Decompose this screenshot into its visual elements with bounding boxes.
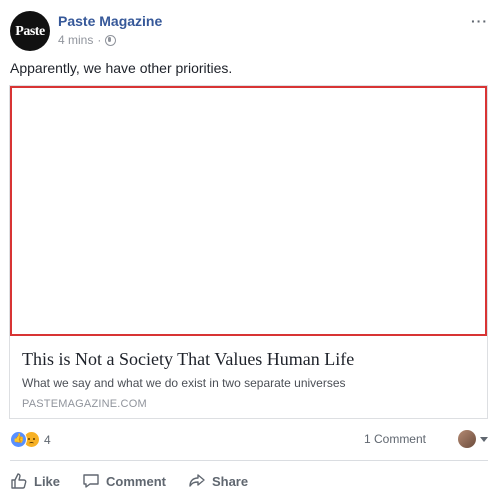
share-arrow-icon <box>189 474 205 487</box>
avatar-logo-text: Paste <box>15 24 45 39</box>
post-timestamp[interactable]: 4 mins <box>58 33 93 47</box>
viewer-avatar[interactable] <box>458 430 476 448</box>
like-label: Like <box>34 473 61 489</box>
post-text: Apparently, we have other priorities. <box>10 60 233 76</box>
comment-label: Comment <box>106 473 166 489</box>
reaction-count: 4 <box>44 432 51 447</box>
more-options-button[interactable]: ··· <box>471 13 488 29</box>
comment-button[interactable]: Comment <box>82 466 166 496</box>
page-name-link[interactable]: Paste Magazine <box>58 13 162 29</box>
post-stats: 4 1 Comment <box>10 429 488 451</box>
chevron-down-icon[interactable] <box>480 437 488 442</box>
thumbs-up-icon <box>11 473 27 489</box>
link-preview-card[interactable]: This is Not a Society That Values Human … <box>9 85 488 419</box>
share-label: Share <box>211 473 249 489</box>
reactions-summary[interactable]: 4 <box>10 431 51 448</box>
actions-divider <box>10 460 488 461</box>
link-preview-image[interactable] <box>10 86 487 336</box>
like-button[interactable]: Like <box>10 466 60 496</box>
post-meta: 4 mins · <box>58 33 117 47</box>
meta-separator: · <box>97 33 102 47</box>
page-avatar[interactable]: Paste <box>10 11 50 51</box>
share-button[interactable]: Share <box>188 466 248 496</box>
post-header: Paste Paste Magazine 4 mins · ··· <box>10 11 488 53</box>
link-domain: PASTEMAGAZINE.COM <box>22 398 147 410</box>
comment-count-link[interactable]: 1 Comment <box>364 432 426 446</box>
link-description: What we say and what we do exist in two … <box>22 376 346 390</box>
comment-bubble-icon <box>83 474 99 488</box>
post-actions: Like Comment Share <box>10 466 488 496</box>
link-title[interactable]: This is Not a Society That Values Human … <box>22 349 354 370</box>
like-reaction-icon <box>10 431 27 448</box>
globe-icon[interactable] <box>105 34 117 46</box>
